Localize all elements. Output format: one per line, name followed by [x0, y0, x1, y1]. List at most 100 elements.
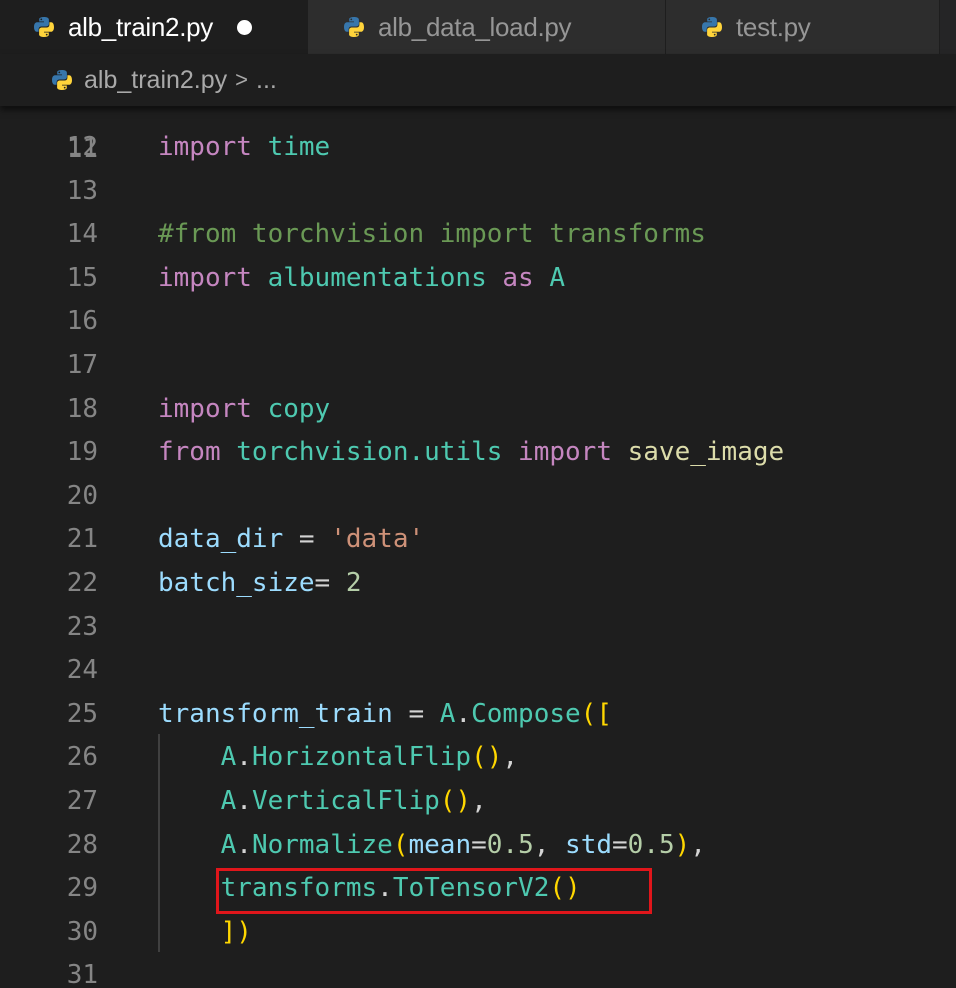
breadcrumb-symbols[interactable]: ... [256, 66, 277, 95]
line-number: 28 [66, 829, 98, 860]
code-token: Compose [471, 698, 581, 729]
code-line: 28 A.Normalize(mean=0.5, std=0.5), [0, 824, 956, 868]
code-line: 11 [0, 106, 956, 164]
line-number: 27 [66, 786, 98, 816]
code-line: 15 import albumentations as A [0, 257, 956, 301]
code-token: transform_train [158, 698, 393, 729]
code-token: 2 [345, 568, 362, 598]
code-line: 27 A.VerticalFlip(), [0, 780, 956, 824]
indent-guide [158, 734, 160, 952]
line-number: 17 [66, 350, 98, 380]
code-token: () [439, 786, 472, 816]
code-line: 16 [0, 300, 956, 344]
code-token: = [392, 698, 440, 729]
code-token: = [314, 568, 346, 598]
code-line: 31 [0, 954, 956, 988]
code-token: . [455, 698, 472, 729]
unsaved-dot-icon[interactable] [236, 19, 252, 35]
code-token: #from torchvision import transforms [158, 219, 706, 250]
editor-tab-bar: alb_train2.py alb_data_load.py test.py [0, 0, 956, 54]
code-text: ]) [158, 911, 252, 955]
chevron-right-icon: > [235, 67, 249, 92]
tab-label: test.py [736, 11, 811, 42]
line-number: 19 [66, 437, 98, 468]
code-token: import [518, 437, 612, 468]
code-line: 22 batch_size= 2 [0, 562, 956, 606]
python-file-icon [50, 68, 74, 92]
code-token: A [439, 698, 456, 729]
code-token: , [471, 786, 487, 816]
code-token: A [220, 786, 237, 816]
highlight-annotation-box [216, 868, 652, 914]
code-text: data_dir = 'data' [158, 518, 424, 562]
code-token: save_image [627, 437, 785, 468]
code-line: 13 [0, 170, 956, 214]
code-token: import [158, 393, 252, 424]
line-number: 30 [66, 916, 98, 947]
code-text: A.HorizontalFlip(), [158, 736, 518, 780]
code-line: 19 from torchvision.utils import save_ima… [0, 431, 956, 475]
line-number: 21 [66, 524, 98, 555]
code-editor[interactable]: 11 12 import time 13 14 #from torchvision im… [0, 106, 956, 988]
code-token: . [236, 742, 252, 773]
line-number: 14 [66, 219, 98, 250]
line-number: 29 [66, 873, 98, 904]
line-number: 24 [66, 655, 98, 686]
breadcrumb-file[interactable]: alb_train2.py [84, 66, 227, 95]
code-text: from torchvision.utils import save_image [158, 431, 784, 475]
code-token: Normalize [251, 829, 393, 860]
code-token: 0.5 [627, 829, 675, 860]
code-line: 30 ]) [0, 911, 956, 955]
code-token: from [158, 437, 221, 468]
code-line: 20 [0, 475, 956, 519]
code-token: A [220, 829, 237, 860]
tab-test[interactable]: test.py [666, 0, 940, 54]
python-file-icon [32, 15, 56, 39]
code-line: 26 A.HorizontalFlip(), [0, 736, 956, 780]
code-token: A [549, 262, 566, 293]
code-line: 14 #from torchvision import transforms [0, 213, 956, 257]
code-line: 25 transform_train = A.Compose([ [0, 693, 956, 737]
code-text: A.Normalize(mean=0.5, std=0.5), [158, 824, 706, 868]
code-token: , [690, 829, 706, 860]
code-token: = [471, 829, 487, 860]
breadcrumb: alb_train2.py > ... [0, 54, 956, 106]
tab-label: alb_train2.py [68, 11, 213, 42]
tab-alb-train2[interactable]: alb_train2.py [0, 0, 308, 54]
code-token: import [158, 132, 252, 162]
line-number: 13 [66, 175, 98, 206]
code-text: transform_train = A.Compose([ [158, 693, 612, 737]
code-token: mean [408, 829, 472, 860]
code-token: ([ [580, 698, 612, 729]
code-token: () [471, 742, 503, 773]
code-token: VerticalFlip [251, 786, 440, 816]
code-token: , [502, 742, 519, 773]
code-token: HorizontalFlip [251, 742, 472, 773]
code-token: copy [267, 393, 331, 424]
code-line: 12 import time [0, 126, 956, 170]
line-number: 16 [66, 306, 98, 337]
line-number: 25 [66, 698, 98, 729]
code-token: time [267, 132, 331, 162]
code-line: 18 import copy [0, 388, 956, 432]
code-token: 'data' [330, 524, 425, 555]
code-token: . [236, 829, 252, 860]
code-token: ) [674, 829, 691, 860]
code-token: std [565, 829, 613, 860]
code-token: batch_size [158, 568, 315, 598]
line-number: 26 [66, 742, 98, 773]
tab-alb-data-load[interactable]: alb_data_load.py [308, 0, 666, 54]
python-file-icon [700, 15, 724, 39]
line-number: 20 [66, 480, 98, 511]
line-number: 12 [66, 132, 98, 162]
